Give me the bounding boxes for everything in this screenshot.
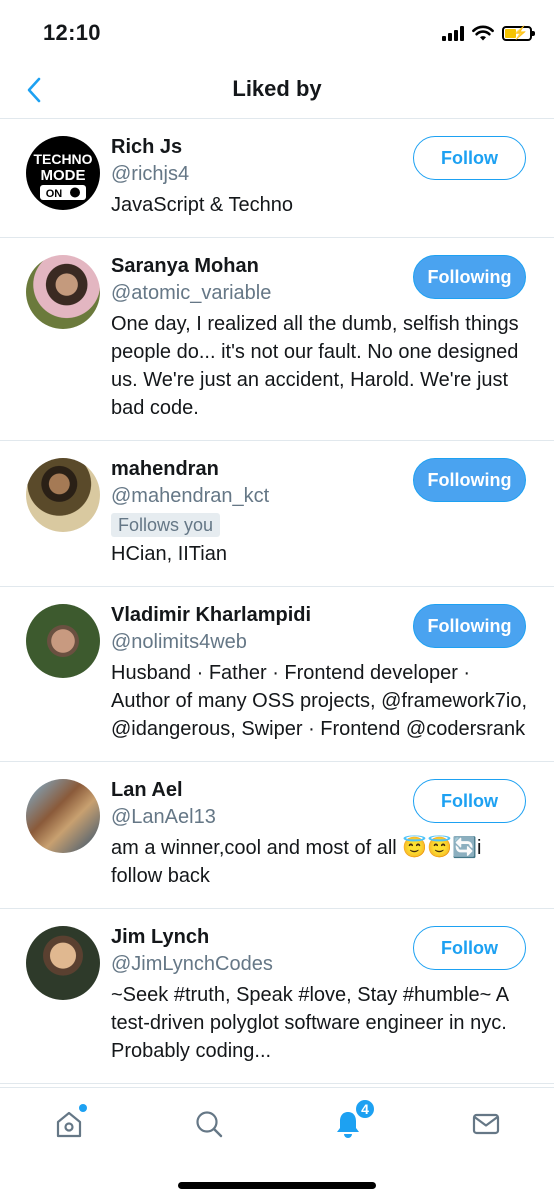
follow-button[interactable]: Follow	[413, 926, 526, 970]
list-item[interactable]: Jim Lynch @JimLynchCodes ~Seek #truth, S…	[0, 909, 554, 1084]
avatar-text: ON	[46, 188, 63, 200]
tab-messages[interactable]	[464, 1102, 508, 1146]
user-bio: am a winner,cool and most of all 😇😇🔄i fo…	[111, 837, 482, 887]
signal-icon	[442, 25, 464, 41]
follow-button[interactable]: Follow	[413, 779, 526, 823]
user-bio: ~Seek #truth, Speak #love, Stay #humble~…	[111, 984, 508, 1062]
list-item[interactable]: mahendran @mahendran_kct Follows you HCi…	[0, 441, 554, 587]
following-button[interactable]: Following	[413, 604, 526, 648]
avatar[interactable]	[26, 926, 100, 1000]
user-bio: HCian, IITian	[111, 543, 227, 565]
list-item[interactable]: Lan Ael @LanAel13 am a winner,cool and m…	[0, 762, 554, 909]
avatar[interactable]	[26, 255, 100, 329]
avatar-text: MODE	[41, 167, 86, 184]
avatar[interactable]	[26, 779, 100, 853]
following-button[interactable]: Following	[413, 255, 526, 299]
tab-notifications[interactable]: 4	[326, 1098, 376, 1146]
status-icons: ⚡	[442, 22, 535, 44]
search-icon	[196, 1111, 223, 1138]
avatar-text: TECHNO	[33, 151, 92, 167]
avatar[interactable]: TECHNO MODE ON	[26, 136, 100, 210]
new-content-dot	[79, 1104, 87, 1112]
follow-button[interactable]: Follow	[413, 136, 526, 180]
user-bio: One day, I realized all the dumb, selfis…	[111, 313, 519, 419]
notifications-badge: 4	[354, 1098, 376, 1120]
avatar[interactable]	[26, 604, 100, 678]
user-bio: JavaScript & Techno	[111, 194, 293, 216]
following-button[interactable]: Following	[413, 458, 526, 502]
user-bio: Husband · Father · Frontend developer · …	[111, 662, 528, 740]
page-title: Liked by	[232, 76, 322, 101]
list-item[interactable]: Vladimir Kharlampidi @nolimits4web Husba…	[0, 587, 554, 762]
wifi-icon	[472, 25, 494, 40]
status-time: 12:10	[43, 20, 101, 45]
nav-header: Liked by	[0, 64, 554, 119]
status-bar: 12:10 ⚡	[0, 0, 554, 64]
home-indicator	[178, 1182, 376, 1189]
tab-search[interactable]	[187, 1102, 231, 1146]
list-item[interactable]: Saranya Mohan @atomic_variable One day, …	[0, 238, 554, 441]
mail-icon	[472, 1113, 500, 1135]
liked-by-list: TECHNO MODE ON Rich Js @richjs4 JavaScri…	[0, 119, 554, 1087]
avatar[interactable]	[26, 458, 100, 532]
list-item[interactable]: TECHNO MODE ON Rich Js @richjs4 JavaScri…	[0, 119, 554, 238]
follows-you-badge: Follows you	[111, 513, 221, 537]
battery-icon: ⚡	[502, 25, 535, 41]
home-icon	[56, 1111, 82, 1138]
tab-home[interactable]	[47, 1102, 91, 1146]
